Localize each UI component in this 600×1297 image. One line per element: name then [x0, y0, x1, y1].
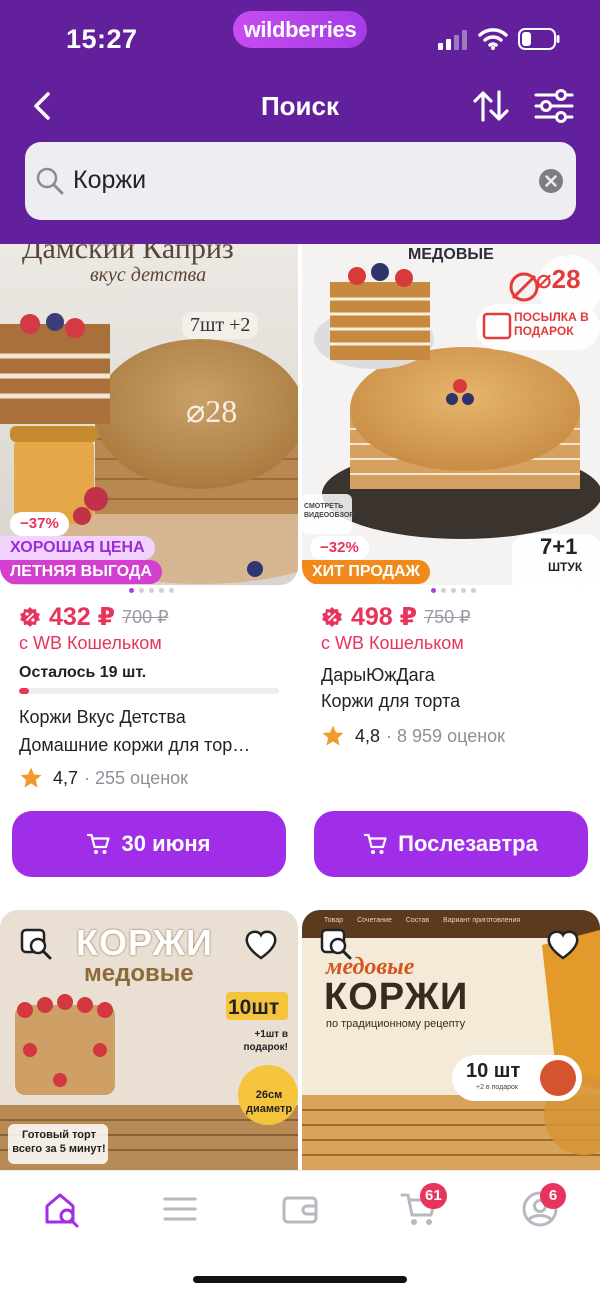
image-caption-subtitle: медовые: [84, 960, 194, 987]
image-header-item: Вариант приготовления: [443, 917, 521, 924]
stock-progress-bar: [19, 688, 279, 694]
image-carousel-dots: [431, 588, 476, 593]
delivery-date-label: Послезавтра: [398, 831, 538, 856]
price-row: 432 ₽ 700 ₽: [19, 602, 169, 632]
favorite-heart-icon[interactable]: [244, 928, 278, 962]
wifi-icon: [478, 28, 508, 50]
image-caption-title: МЕДОВЫЕ: [408, 246, 494, 263]
similar-search-icon[interactable]: [20, 928, 54, 962]
cart-icon: [87, 833, 111, 854]
summer-deal-tag: ЛЕТНЯЯ ВЫГОДА: [0, 560, 162, 584]
rating: 4,7 · 255 оценок: [19, 766, 188, 790]
reviews-count: · 8 959 оценок: [386, 725, 506, 746]
image-count-label: 10шт: [228, 996, 280, 1019]
page-title: Поиск: [260, 91, 340, 121]
product-image[interactable]: Дамский Каприз вкус детства 7шт +2 ⌀28 −…: [0, 244, 298, 585]
good-price-tag: ХОРОШАЯ ЦЕНА: [0, 536, 155, 560]
image-note-label: Готовый торт всего за 5 минут!: [12, 1129, 106, 1155]
product-image[interactable]: Товар Сочетание Состав Вариант приготовл…: [302, 910, 600, 1170]
image-header-item: Товар: [324, 917, 344, 924]
app-header: 15:27 wildberries Поиск Коржи: [0, 0, 600, 244]
delivery-date-button[interactable]: 30 июня: [12, 811, 286, 877]
product-title-line1[interactable]: Коржи для торта: [321, 691, 581, 712]
image-bonus-label: +1шт в подарок!: [243, 1029, 288, 1053]
wallet-icon[interactable]: [280, 1189, 320, 1229]
cart-icon: [364, 833, 387, 854]
image-video-label: СМОТРЕТЬ ВИДЕООБЗОР: [304, 503, 354, 519]
profile-badge: 6: [540, 1183, 566, 1209]
battery-icon: [518, 28, 560, 50]
image-carousel-dots: [129, 588, 174, 593]
product-image[interactable]: КОРЖИ медовые 10шт +1шт в подарок! 26см …: [0, 910, 298, 1170]
sort-button[interactable]: [470, 86, 512, 126]
back-button[interactable]: [26, 86, 62, 126]
filter-button[interactable]: [532, 86, 576, 126]
search-icon: [36, 167, 64, 195]
image-caption-title: КОРЖИ: [324, 976, 469, 1018]
image-diameter-label: ⌀28: [536, 264, 581, 294]
product-brand[interactable]: ДарыЮжДага: [321, 665, 581, 686]
discount-badge: −32%: [310, 536, 369, 560]
home-indicator: [193, 1276, 407, 1283]
wallet-note: с WB Кошельком: [19, 633, 162, 653]
cart-badge: 61: [420, 1183, 447, 1209]
image-count-label: 7шт +2: [182, 312, 259, 339]
search-query: Коржи: [73, 166, 147, 194]
discount-badge: −37%: [10, 512, 69, 536]
image-diameter-label: 26см диаметр: [246, 1089, 293, 1115]
catalog-menu-icon[interactable]: [160, 1189, 200, 1229]
brand-logo: wildberries: [233, 11, 367, 48]
delivery-date-button[interactable]: Послезавтра: [314, 811, 588, 877]
image-header-item: Сочетание: [357, 917, 392, 924]
wallet-note: с WB Кошельком: [321, 633, 464, 653]
old-price: 700 ₽: [122, 606, 169, 627]
image-count-label: 10 шт: [466, 1060, 521, 1082]
status-time: 15:27: [66, 24, 138, 54]
stock-left: Осталось 19 шт.: [19, 664, 147, 681]
image-header-item: Состав: [405, 917, 430, 924]
star-icon: [322, 725, 344, 746]
image-gift-label: ПОСЫЛКА В ПОДАРОК: [514, 310, 589, 338]
rating: 4,8 · 8 959 оценок: [321, 724, 505, 748]
rating-value: 4,8: [355, 725, 381, 746]
image-caption-subtitle: вкус детства: [90, 264, 207, 286]
image-count-unit: ШТУК: [548, 560, 583, 574]
price-row: 498 ₽ 750 ₽: [321, 602, 471, 632]
discount-percent-icon: [20, 607, 40, 627]
bestseller-tag: ХИТ ПРОДАЖ: [302, 560, 430, 584]
price: 498 ₽: [351, 603, 418, 631]
old-price: 750 ₽: [424, 606, 471, 627]
delivery-date-label: 30 июня: [121, 831, 211, 856]
star-icon: [20, 767, 42, 788]
image-caption-subtitle: по традиционному рецепту: [326, 1018, 466, 1030]
image-header-bar: Товар Сочетание Состав Вариант приготовл…: [324, 917, 520, 924]
product-title-line2[interactable]: Домашние коржи для тор…: [19, 735, 294, 756]
favorite-heart-icon[interactable]: [546, 928, 580, 962]
image-caption-title: КОРЖИ: [76, 922, 213, 963]
image-caption-title: Дамский Каприз: [22, 244, 234, 265]
rating-value: 4,7: [53, 767, 79, 788]
home-search-icon[interactable]: [42, 1189, 82, 1229]
image-bonus-label: +2 в подарок: [476, 1084, 518, 1091]
reviews-count: · 255 оценок: [84, 767, 189, 788]
discount-percent-icon: [322, 607, 342, 627]
search-input[interactable]: Коржи: [25, 142, 576, 220]
product-title-line1[interactable]: Коржи Вкус Детства: [19, 707, 289, 728]
image-diameter-label: ⌀28: [186, 393, 238, 429]
price: 432 ₽: [49, 603, 116, 631]
product-image[interactable]: МЕДОВЫЕ ⌀28 ПОСЫЛКА В ПОДАРОК СМОТРЕТЬ В…: [302, 244, 600, 585]
image-count-label: 7+1: [540, 534, 578, 559]
clear-search-icon[interactable]: [538, 168, 564, 194]
cellular-signal-icon: [438, 30, 467, 50]
